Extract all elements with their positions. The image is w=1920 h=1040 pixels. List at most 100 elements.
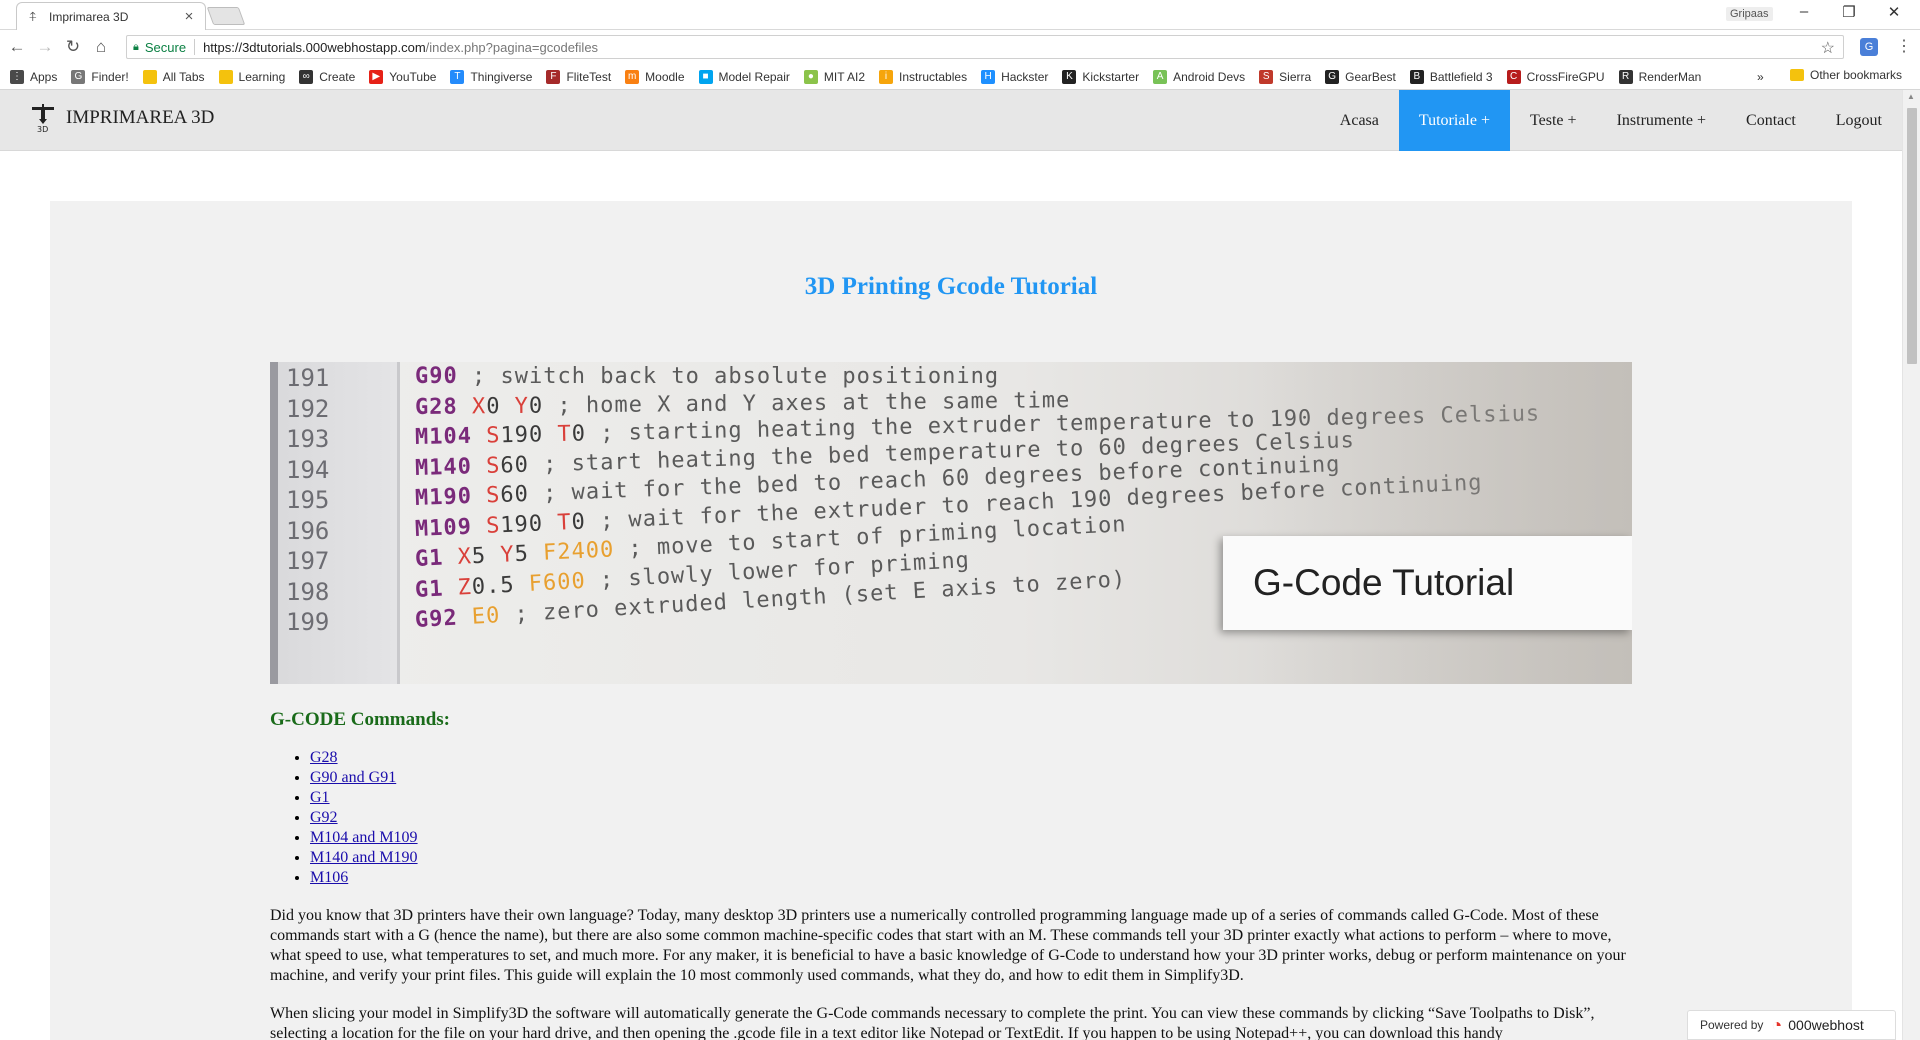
line-number: 197 <box>286 547 330 575</box>
forward-icon[interactable]: → <box>34 37 56 57</box>
bookmark-item[interactable]: Learning <box>218 69 285 84</box>
code-token: G1 <box>414 545 445 572</box>
bookmark-star-icon[interactable]: ☆ <box>1821 38 1835 58</box>
command-link[interactable]: M104 and M109 <box>310 829 418 846</box>
line-number: 195 <box>286 486 330 514</box>
code-text: G90 ; switch back to absolute positionin… <box>415 364 999 389</box>
main-content: 3D Printing Gcode Tutorial 191 G90 ; swit… <box>50 201 1852 1040</box>
bookmark-label: RenderMan <box>1638 69 1702 84</box>
bookmark-item[interactable]: F FliteTest <box>546 69 612 84</box>
bookmark-item[interactable]: R RenderMan <box>1618 69 1702 84</box>
intro-paragraph: Did you know that 3D printers have their… <box>270 907 1626 984</box>
printer-logo-icon: 3D <box>30 103 56 134</box>
powered-by-badge[interactable]: Powered by ◔ 000webhost <box>1687 1010 1896 1040</box>
command-link[interactable]: M106 <box>310 869 348 886</box>
address-bar[interactable]: 🔒︎ Secure https://3dtutorials.000webhost… <box>126 35 1844 59</box>
line-number: 194 <box>286 455 330 484</box>
nav-item[interactable]: Tutoriale + <box>1398 90 1510 151</box>
nav-item[interactable]: Logout <box>1816 90 1902 151</box>
brand-name: IMPRIMAREA 3D <box>66 107 215 128</box>
powered-by-label: Powered by <box>1700 1018 1764 1032</box>
scroll-up-icon[interactable]: ▲ <box>1907 92 1915 101</box>
hero-card: G-Code Tutorial <box>1223 536 1632 630</box>
bookmark-item[interactable]: i Instructables <box>879 69 967 84</box>
tab-close-icon[interactable]: × <box>181 8 197 25</box>
code-token: 190 <box>499 510 544 538</box>
page-scrollbar[interactable]: ▲ <box>1902 90 1920 1040</box>
nav-item[interactable]: Teste + <box>1510 90 1597 151</box>
bookmarks-overflow-icon[interactable]: » <box>1757 70 1764 84</box>
bookmark-icon: C <box>1506 69 1521 84</box>
other-bookmarks[interactable]: Other bookmarks <box>1790 68 1902 82</box>
bookmark-item[interactable]: A Android Devs <box>1153 69 1246 84</box>
bookmark-item[interactable]: G Finder! <box>71 69 129 84</box>
bookmark-icon: K <box>1062 69 1077 84</box>
command-link[interactable]: G28 <box>310 749 338 766</box>
bookmark-icon: A <box>1153 69 1168 84</box>
bookmark-item[interactable]: H Hackster <box>981 69 1048 84</box>
secure-label: Secure <box>144 39 187 55</box>
profile-name[interactable]: Gripaas <box>1726 7 1773 21</box>
command-link[interactable]: M140 and M190 <box>310 849 418 866</box>
host-name: 000webhost <box>1788 1017 1864 1033</box>
bookmark-item[interactable]: C CrossFireGPU <box>1506 69 1605 84</box>
bookmark-icon: F <box>546 69 561 84</box>
home-icon[interactable]: ⌂ <box>90 37 112 57</box>
bookmark-item[interactable]: ■ Model Repair <box>698 69 790 84</box>
bookmark-item[interactable]: ⋮ Apps <box>10 69 58 84</box>
code-token: F600 <box>513 568 587 598</box>
nav-item[interactable]: Acasa <box>1320 90 1399 151</box>
code-token: S <box>471 423 501 449</box>
bookmark-item[interactable]: S Sierra <box>1259 69 1311 84</box>
window-close-icon[interactable]: ✕ <box>1874 3 1914 21</box>
bookmark-item[interactable]: B Battlefield 3 <box>1409 69 1493 84</box>
bookmark-item[interactable]: ∞ Create <box>299 69 355 84</box>
bookmark-label: Kickstarter <box>1082 69 1140 84</box>
minimize-icon[interactable]: – <box>1784 3 1824 20</box>
code-token: E0 <box>456 603 502 631</box>
bookmark-item[interactable]: m Moodle <box>625 69 685 84</box>
reload-icon[interactable]: ↻ <box>62 37 84 57</box>
bookmark-item[interactable]: K Kickstarter <box>1062 69 1140 84</box>
command-link[interactable]: G92 <box>310 809 338 826</box>
bookmark-label: CrossFireGPU <box>1526 69 1605 84</box>
bookmark-icon: B <box>1409 69 1424 84</box>
bookmark-label: Apps <box>30 69 58 84</box>
svg-text:3D: 3D <box>37 125 48 133</box>
new-tab-button[interactable] <box>206 7 246 25</box>
bookmark-item[interactable]: G GearBest <box>1325 69 1396 84</box>
bookmark-item[interactable]: T Thingiverse <box>450 69 532 84</box>
site-brand[interactable]: 3D IMPRIMAREA 3D <box>30 103 215 134</box>
nav-item[interactable]: Instrumente + <box>1597 90 1726 151</box>
browser-tab[interactable]: ⍏ Imprimarea 3D × <box>16 2 206 30</box>
lock-icon: 🔒︎ <box>133 40 139 53</box>
command-link[interactable]: G90 and G91 <box>310 769 396 786</box>
bookmark-item[interactable]: All Tabs <box>142 69 205 84</box>
code-token: M109 <box>414 514 473 542</box>
translate-extension-icon[interactable]: G <box>1860 38 1878 56</box>
tab-title: Imprimarea 3D <box>49 9 129 24</box>
code-token: 0 <box>486 393 501 419</box>
browser-menu-icon[interactable]: ⋮ <box>1896 36 1912 56</box>
code-token: S <box>471 452 501 479</box>
bookmark-label: Finder! <box>91 69 129 84</box>
bookmark-label: GearBest <box>1345 69 1396 84</box>
bookmark-icon: G <box>1325 69 1340 84</box>
bookmark-item[interactable]: ● MIT AI2 <box>803 69 865 84</box>
back-icon[interactable]: ← <box>6 37 28 57</box>
other-bookmarks-label: Other bookmarks <box>1810 68 1903 82</box>
code-token: T <box>542 421 572 448</box>
bookmark-label: FliteTest <box>566 69 612 84</box>
bookmark-item[interactable]: ▶ YouTube <box>369 69 436 84</box>
scroll-thumb[interactable] <box>1907 108 1917 364</box>
bookmark-label: Android Devs <box>1173 69 1246 84</box>
restore-icon[interactable]: ❐ <box>1829 3 1869 21</box>
bookmark-icon: ∞ <box>299 69 314 84</box>
code-token: M190 <box>414 483 473 511</box>
command-link[interactable]: G1 <box>310 789 330 806</box>
code-token: F2400 <box>528 537 615 567</box>
host-logo-icon: ◔ <box>1771 1014 1783 1035</box>
nav-item[interactable]: Contact <box>1726 90 1816 151</box>
code-token: G90 <box>415 364 458 389</box>
slicing-paragraph: When slicing your model in Simplify3D th… <box>270 1005 1595 1040</box>
